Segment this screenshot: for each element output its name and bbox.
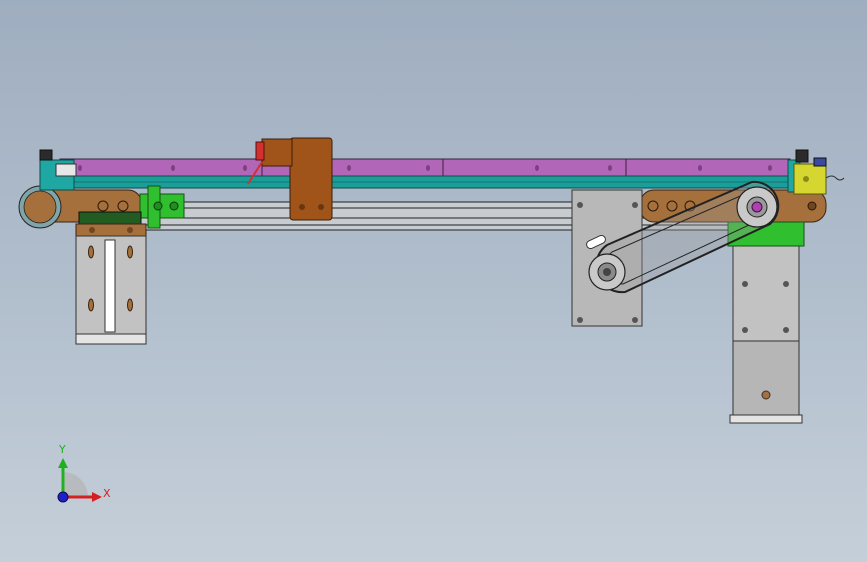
bracket-bolt xyxy=(153,201,163,211)
left-motor-base xyxy=(75,333,147,345)
left-idler-wheel-inner xyxy=(23,190,57,224)
right-cable xyxy=(825,175,845,181)
triad-z-axis xyxy=(57,491,69,503)
carriage-block[interactable] xyxy=(289,137,333,221)
right-motor-lower[interactable] xyxy=(732,340,800,416)
drive-plate-bolt xyxy=(577,202,583,208)
top-rail[interactable] xyxy=(59,158,791,177)
drive-pulley-center xyxy=(751,201,763,213)
right-motor-bolt xyxy=(742,327,748,333)
conveyor-assembly-model[interactable] xyxy=(0,0,867,562)
carriage-bolt xyxy=(318,204,324,210)
frame-bar-bolt xyxy=(97,200,109,212)
right-cable-gland xyxy=(813,157,827,167)
red-clamp[interactable] xyxy=(255,141,265,161)
left-motor-slot-hole xyxy=(88,245,94,259)
frame-bar-bolt xyxy=(117,200,129,212)
frame-bar-bolt xyxy=(647,200,659,212)
right-motor-bolt xyxy=(783,281,789,287)
drive-plate-bolt xyxy=(577,317,583,323)
drive-plate-bolt xyxy=(632,317,638,323)
left-sensor-head[interactable] xyxy=(39,149,53,161)
sensor-block[interactable] xyxy=(793,163,827,195)
triad-x-arrow xyxy=(92,492,102,502)
right-motor-bolt xyxy=(742,281,748,287)
right-motor-bolt xyxy=(783,327,789,333)
left-motor-flange[interactable] xyxy=(75,223,147,237)
frame-bar-hole xyxy=(807,201,817,211)
left-end-cap-tab xyxy=(55,163,77,177)
graphics-viewport[interactable]: Y X xyxy=(0,0,867,562)
right-sensor-head[interactable] xyxy=(795,149,809,163)
bracket-bolt xyxy=(169,201,179,211)
triad-y-label: Y xyxy=(59,443,66,456)
left-motor-header xyxy=(78,211,142,225)
idler-pulley-center xyxy=(603,268,611,276)
triad-x-label: X xyxy=(103,487,111,500)
right-motor-shaft xyxy=(761,390,771,400)
drive-plate-bolt xyxy=(632,202,638,208)
left-motor-slot-hole xyxy=(127,298,133,312)
left-motor-slot-hole xyxy=(88,298,94,312)
left-motor-flange-bolt xyxy=(89,227,95,233)
right-motor-body[interactable] xyxy=(732,245,800,342)
left-motor-flange-bolt xyxy=(127,227,133,233)
left-motor-slot xyxy=(104,239,116,333)
model-parts[interactable] xyxy=(18,137,845,424)
carriage-head[interactable] xyxy=(261,138,293,167)
coordinate-triad[interactable] xyxy=(57,458,102,503)
carriage-bolt xyxy=(299,204,305,210)
sensor-block-hole xyxy=(803,176,809,182)
frame-bar-bolt xyxy=(666,200,678,212)
left-motor-slot-hole xyxy=(127,245,133,259)
right-motor-base xyxy=(729,414,803,424)
triad-y-arrow xyxy=(58,458,68,468)
